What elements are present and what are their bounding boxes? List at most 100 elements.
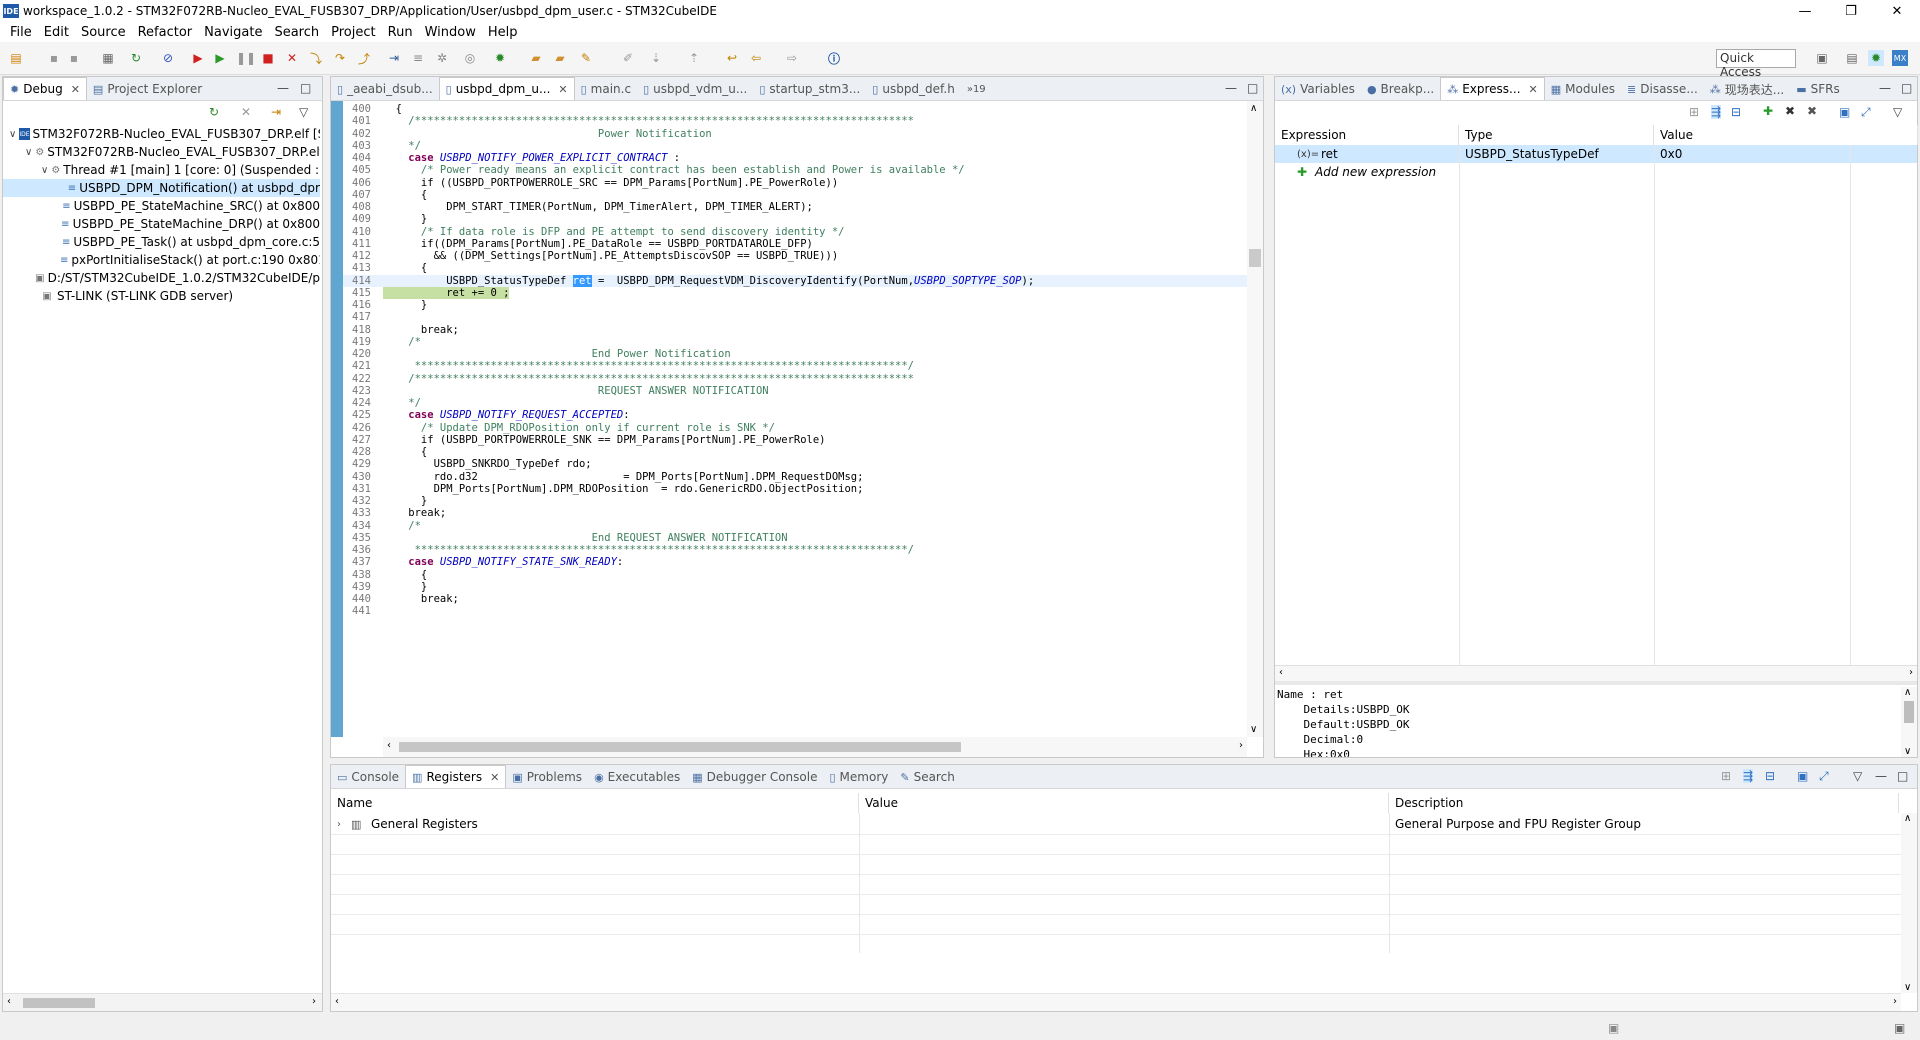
forward-icon[interactable]: ⇨: [784, 50, 800, 66]
code-line[interactable]: 427 if (USBPD_PORTPOWERROLE_SNK == DPM_P…: [343, 434, 1247, 446]
close-icon[interactable]: ✕: [71, 83, 80, 96]
close-icon[interactable]: ✕: [1529, 83, 1538, 96]
vertical-scrollbar[interactable]: ∧ ∨: [1901, 813, 1917, 993]
disconnect-icon[interactable]: ✕: [284, 50, 300, 66]
tab-search[interactable]: ✎ Search: [894, 766, 960, 788]
scroll-left-icon[interactable]: ‹: [387, 740, 391, 751]
tab-console[interactable]: ▭ Console: [331, 766, 405, 788]
last-edit-icon[interactable]: ↩: [724, 50, 740, 66]
debug-tree-item[interactable]: ▣ ST-LINK (ST-LINK GDB server): [3, 287, 320, 305]
new-view-icon[interactable]: ▣: [1839, 105, 1850, 119]
minimize-view-icon[interactable]: —: [1879, 81, 1891, 95]
show-logical-structure-icon[interactable]: ⇶: [1743, 769, 1754, 783]
menu-run[interactable]: Run: [382, 25, 419, 40]
instruction-step-icon[interactable]: ⇥: [386, 50, 402, 66]
horizontal-scrollbar[interactable]: ‹ ›: [1275, 665, 1917, 681]
code-line[interactable]: 426 /* Update DPM_RDOPosition only if cu…: [343, 422, 1247, 434]
expand-chevron-icon[interactable]: ›: [337, 819, 341, 830]
minimize-button[interactable]: —: [1782, 0, 1828, 22]
tab-executables[interactable]: ◉ Executables: [588, 766, 686, 788]
new-icon[interactable]: ▤: [8, 50, 24, 66]
code-line[interactable]: 423 REQUEST ANSWER NOTIFICATION: [343, 385, 1247, 397]
close-icon[interactable]: ✕: [558, 83, 567, 96]
column-header-description[interactable]: Description: [1389, 793, 1899, 813]
maximize-view-icon[interactable]: □: [300, 81, 311, 95]
code-line[interactable]: 424 */: [343, 397, 1247, 409]
mx-perspective-icon[interactable]: MX: [1892, 50, 1908, 66]
maximize-view-icon[interactable]: □: [1897, 769, 1908, 783]
code-line[interactable]: 432 }: [343, 495, 1247, 507]
code-line[interactable]: 409 }: [343, 213, 1247, 225]
view-menu-icon[interactable]: ▽: [299, 105, 308, 119]
save-all-icon[interactable]: ▪: [66, 50, 82, 66]
scroll-up-icon[interactable]: ∧: [1904, 813, 1911, 824]
collapse-all-icon[interactable]: ⊟: [1731, 105, 1741, 119]
settings-icon[interactable]: ✲: [434, 50, 450, 66]
debug-tree-item[interactable]: ≡ USBPD_PE_StateMachine_SRC() at 0x800: [3, 197, 320, 215]
code-line[interactable]: 418 break;: [343, 324, 1247, 336]
code-line[interactable]: 428 {: [343, 446, 1247, 458]
code-line[interactable]: 416 }: [343, 299, 1247, 311]
column-header-type[interactable]: Type: [1459, 125, 1654, 145]
sash[interactable]: [1275, 681, 1917, 685]
scroll-left-icon[interactable]: ‹: [335, 996, 339, 1007]
debug-tree-item[interactable]: ≡ USBPD_PE_StateMachine_DRP() at 0x800: [3, 215, 320, 233]
debug-restart-icon[interactable]: ▶: [190, 50, 206, 66]
scroll-up-icon[interactable]: ∧: [1904, 687, 1911, 698]
terminate-icon[interactable]: ■: [260, 50, 276, 66]
code-line[interactable]: 439 }: [343, 581, 1247, 593]
menu-project[interactable]: Project: [325, 25, 381, 40]
code-line[interactable]: 440 break;: [343, 593, 1247, 605]
save-icon[interactable]: ▪: [46, 50, 62, 66]
tab-project-explorer[interactable]: ▤ Project Explorer: [87, 78, 208, 100]
new-view-icon[interactable]: ▣: [1797, 769, 1808, 783]
step-over-icon[interactable]: ↷: [332, 50, 348, 66]
next-annotation-icon[interactable]: ⇣: [648, 50, 664, 66]
details-pane[interactable]: Name : ret Details:USBPD_OK Default:USBP…: [1277, 687, 1901, 757]
code-line[interactable]: 422 /***********************************…: [343, 373, 1247, 385]
open-perspective-icon[interactable]: ▣: [1814, 50, 1830, 66]
tab-problems[interactable]: ▣ Problems: [506, 766, 588, 788]
minimize-view-icon[interactable]: —: [277, 81, 289, 95]
code-line[interactable]: 414 USBPD_StatusTypeDef ret = USBPD_DPM_…: [343, 274, 1247, 287]
suspend-icon[interactable]: ❚❚: [236, 50, 256, 66]
marker-icon[interactable]: ✐: [620, 50, 636, 66]
step-into-icon[interactable]: ⤵: [308, 50, 324, 66]
tab-live-expressions[interactable]: ⁂ 现场表达...: [1704, 78, 1790, 100]
back-icon[interactable]: ⇦: [748, 50, 764, 66]
quick-access-input[interactable]: Quick Access: [1716, 49, 1796, 79]
view-menu-icon[interactable]: ▽: [1893, 105, 1902, 119]
remove-all-expressions-icon[interactable]: ✖: [1807, 104, 1817, 118]
code-line[interactable]: 403 */: [343, 140, 1247, 152]
scroll-down-icon[interactable]: ∨: [1904, 746, 1911, 757]
add-expression-icon[interactable]: ✚: [1763, 104, 1773, 118]
menu-help[interactable]: Help: [482, 25, 524, 40]
column-header-name[interactable]: Name: [331, 793, 859, 813]
add-new-expression-row[interactable]: ✚ Add new expression: [1275, 163, 1917, 181]
info-icon[interactable]: ⓘ: [826, 50, 842, 66]
refresh-icon[interactable]: ↻: [128, 50, 144, 66]
pin-view-icon[interactable]: ⤢: [1861, 105, 1871, 120]
view-menu-icon[interactable]: ▽: [1853, 769, 1862, 783]
tab-disassembly[interactable]: ≣ Disasse...: [1621, 78, 1704, 100]
debug-tree-item[interactable]: ≡ pxPortInitialiseStack() at port.c:190 0…: [3, 251, 320, 269]
column-header-value[interactable]: Value: [859, 793, 1389, 813]
tab-debug[interactable]: ✹ Debug ✕: [3, 77, 87, 100]
code-line[interactable]: 413 {: [343, 262, 1247, 274]
code-line[interactable]: 435 End REQUEST ANSWER NOTIFICATION: [343, 532, 1247, 544]
debug-tree-item[interactable]: ▣ D:/ST/STM32CubeIDE_1.0.2/STM32CubeIDE/p: [3, 269, 320, 287]
close-icon[interactable]: ✕: [490, 771, 499, 784]
code-line[interactable]: 407 {: [343, 189, 1247, 201]
external-tools-icon[interactable]: ✎: [578, 50, 594, 66]
code-line[interactable]: 412 && ((DPM_Settings[PortNum].PE_Attemp…: [343, 250, 1247, 262]
scroll-right-icon[interactable]: ›: [1239, 740, 1243, 751]
code-line[interactable]: 401 /***********************************…: [343, 115, 1247, 127]
editor-tab-usbpd-def[interactable]: ▯ usbpd_def.h: [866, 78, 961, 100]
code-line[interactable]: 441: [343, 605, 1247, 617]
scroll-right-icon[interactable]: ›: [1893, 996, 1897, 1007]
open-file-icon[interactable]: ▰: [552, 50, 568, 66]
editor-tab-aeabi[interactable]: ▯ _aeabi_dsub...: [331, 78, 439, 100]
code-line[interactable]: 433 break;: [343, 507, 1247, 519]
debug-tree-item[interactable]: ∨ IDE STM32F072RB-Nucleo_EVAL_FUSB307_DRP.…: [3, 125, 320, 143]
filter-icon[interactable]: ≡: [410, 50, 426, 66]
